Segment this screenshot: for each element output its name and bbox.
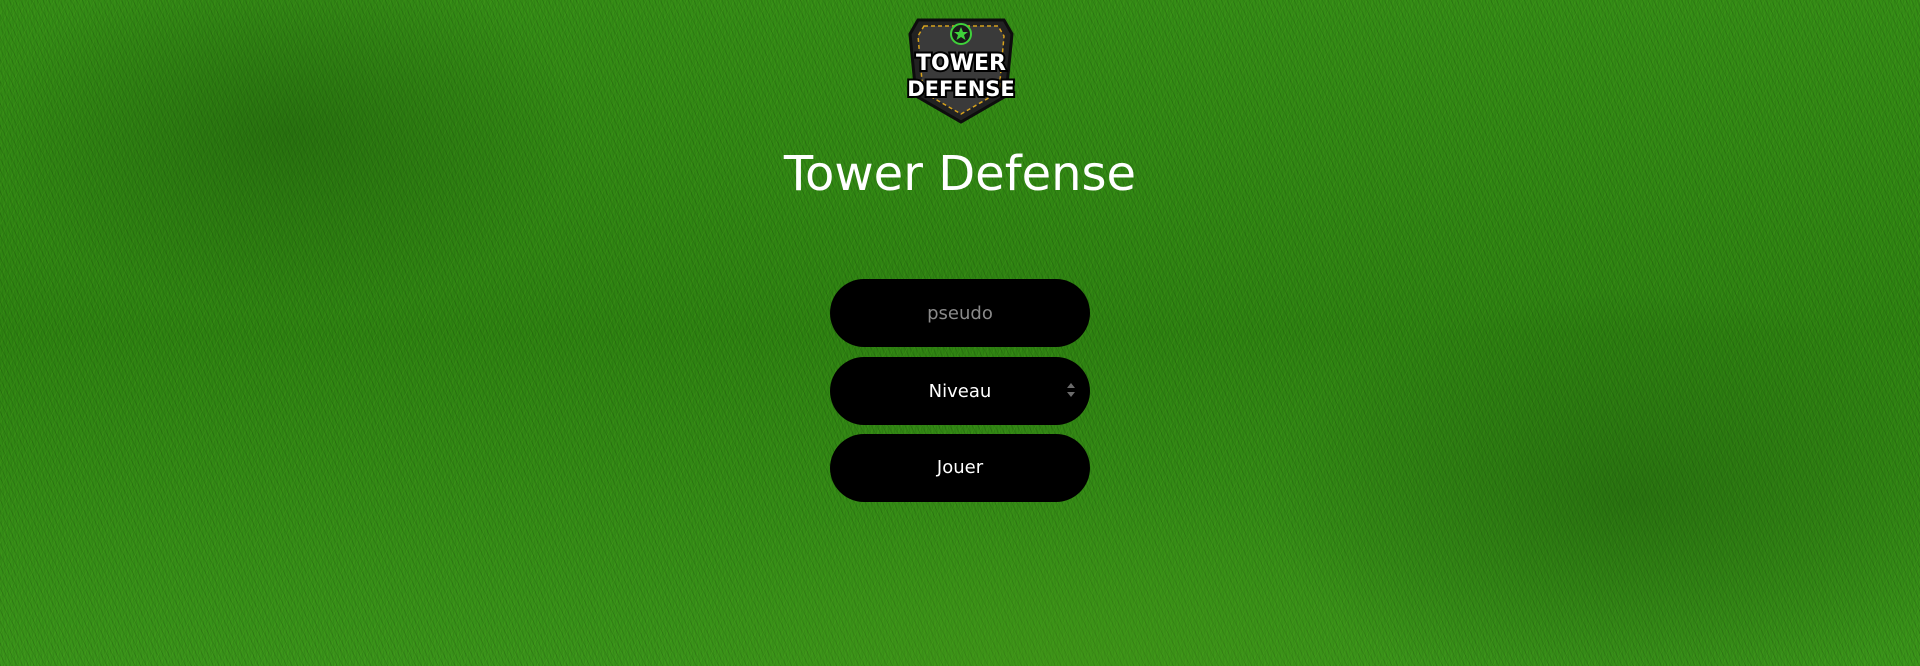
logo-text-defense: DEFENSE bbox=[907, 77, 1015, 101]
level-select[interactable]: Niveau bbox=[830, 357, 1090, 425]
tower-defense-emblem-icon: TOWER DEFENSE bbox=[905, 18, 1017, 124]
pseudo-input[interactable] bbox=[830, 279, 1090, 347]
level-select-value: Niveau bbox=[928, 380, 992, 402]
tower-defense-logo: TOWER DEFENSE bbox=[900, 14, 1022, 126]
logo-text-tower: TOWER bbox=[916, 51, 1006, 76]
page-title: Tower Defense bbox=[783, 146, 1137, 202]
updown-arrows-icon bbox=[1067, 383, 1075, 397]
play-button[interactable]: Jouer bbox=[830, 434, 1090, 502]
